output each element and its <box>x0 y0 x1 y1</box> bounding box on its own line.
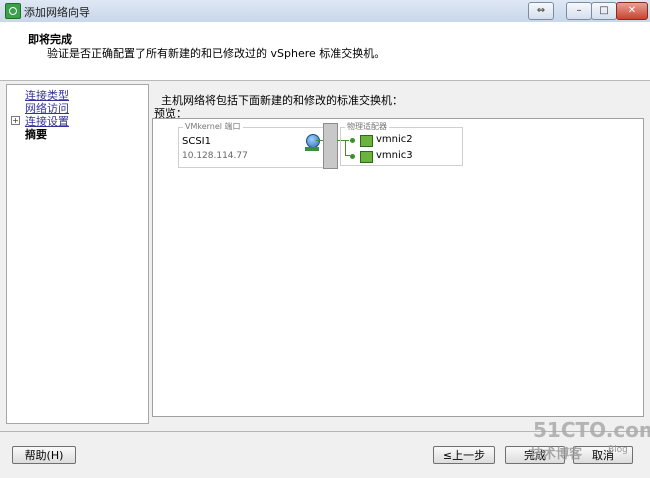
restore-button[interactable]: ⇔ <box>528 2 554 20</box>
physical-adapters-legend: 物理适配器 <box>345 121 389 132</box>
vmkernel-globe-icon <box>306 134 320 148</box>
nic-icon <box>360 135 373 147</box>
wizard-steps: 连接类型 网络访问 + 连接设置 摘要 <box>6 84 149 424</box>
back-button[interactable]: ≤上一步 <box>433 446 495 464</box>
physical-adapters-group: 物理适配器 vmnic2 vmnic3 <box>340 121 463 166</box>
page-description: 验证是否正确配置了所有新建的和已修改过的 vSphere 标准交换机。 <box>47 47 386 60</box>
vmk-link-line <box>316 140 323 141</box>
help-button[interactable]: 帮助(H) <box>12 446 76 464</box>
vmkernel-legend: VMkernel 端口 <box>183 121 243 132</box>
watermark-subtitle: 技术博客 <box>530 447 583 462</box>
watermark-logo: 51CTO.com <box>533 418 650 442</box>
wizard-header: 即将完成 验证是否正确配置了所有新建的和已修改过的 vSphere 标准交换机。 <box>0 22 650 81</box>
vmkernel-base-icon <box>305 147 319 151</box>
close-button[interactable]: ✕ <box>616 2 648 20</box>
vmkernel-name: SCSI1 <box>182 136 211 147</box>
window-title: 添加网络向导 <box>24 6 90 19</box>
step-summary: 摘要 <box>25 128 47 141</box>
link-dot-icon <box>350 154 355 159</box>
vmkernel-ip: 10.128.114.77 <box>182 151 248 161</box>
title-bar: 添加网络向导 ⇔ – □ ✕ <box>0 0 650 23</box>
minimize-button[interactable]: – <box>566 2 592 20</box>
watermark-blog: Blog <box>608 445 628 455</box>
vmkernel-port-group: VMkernel 端口 SCSI1 10.128.114.77 <box>178 121 330 168</box>
link-dot-icon <box>350 138 355 143</box>
adapter-name: vmnic2 <box>376 134 413 145</box>
expand-toggle-icon[interactable]: + <box>11 116 20 125</box>
virtual-switch-bar <box>323 123 338 169</box>
content-intro: 主机网络将包括下面新建的和修改的标准交换机： <box>161 94 403 107</box>
nic-icon <box>360 151 373 163</box>
app-icon <box>5 3 21 19</box>
network-preview: VMkernel 端口 SCSI1 10.128.114.77 物理适配器 vm… <box>152 118 644 417</box>
adapter-name: vmnic3 <box>376 150 413 161</box>
maximize-button[interactable]: □ <box>591 2 617 20</box>
